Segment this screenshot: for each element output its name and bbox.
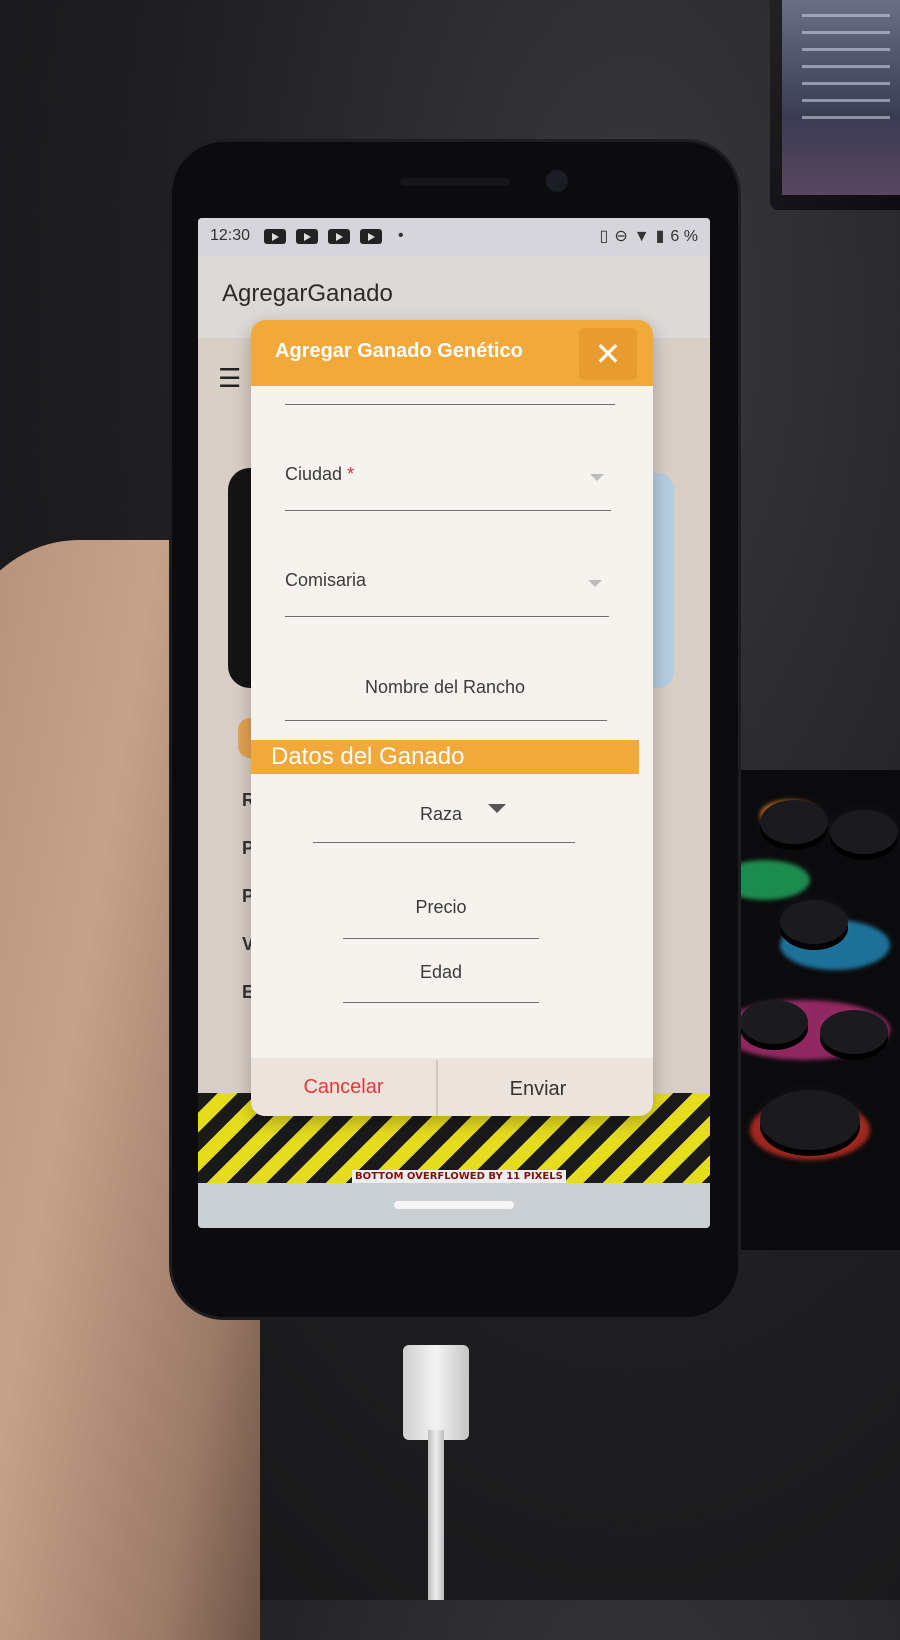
cancel-button[interactable]: Cancelar: [251, 1058, 436, 1116]
battery-level: 6 %: [670, 228, 698, 245]
status-time: 12:30: [210, 227, 251, 244]
dialog-title: Agregar Ganado Genético: [275, 340, 523, 362]
youtube-icon: [360, 229, 382, 244]
dnd-icon: ⊖: [614, 228, 634, 245]
background-keyboard: [720, 770, 900, 1250]
ciudad-underline: [285, 510, 611, 511]
overflow-warning-label: BOTTOM OVERFLOWED BY 11 PIXELS: [352, 1170, 566, 1183]
app-bar-title: AgregarGanado: [222, 280, 393, 307]
notification-dot-icon: •: [398, 227, 404, 244]
breed-underline: [313, 842, 575, 843]
background-monitor: [770, 0, 900, 210]
age-label: Edad: [419, 962, 463, 982]
phone-camera: [546, 170, 568, 192]
system-icons: ▯⊖▼▮6 %: [600, 226, 698, 246]
usb-cable-plug: [403, 1345, 469, 1440]
comisaria-underline: [285, 616, 609, 617]
phone: 12:30 • ▯⊖▼▮6 % AgregarGanado ☰ R P P V …: [172, 142, 738, 1317]
youtube-icon: [264, 229, 286, 244]
cattle-data-section-header: Datos del Ganado: [251, 740, 639, 774]
breed-label: Raza: [419, 804, 463, 824]
phone-screen: 12:30 • ▯⊖▼▮6 % AgregarGanado ☰ R P P V …: [198, 218, 710, 1228]
rancho-name-label: Nombre del Rancho: [364, 677, 526, 697]
phone-speaker: [400, 178, 510, 186]
comisaria-label: Comisaria: [285, 570, 367, 590]
close-icon: ✕: [594, 336, 622, 372]
age-underline: [343, 1002, 539, 1003]
home-gesture-handle[interactable]: [394, 1201, 514, 1209]
usb-cable: [428, 1430, 444, 1600]
ciudad-label: Ciudad: [285, 464, 343, 484]
wifi-icon: ▼: [633, 228, 656, 245]
section-title: Datos del Ganado: [271, 743, 465, 770]
price-underline: [343, 938, 539, 939]
navigation-bar: [198, 1183, 710, 1228]
previous-field-underline: [285, 404, 615, 405]
status-bar: 12:30 • ▯⊖▼▮6 %: [198, 218, 710, 256]
vibrate-icon: ▯: [599, 228, 615, 245]
required-marker: *: [347, 464, 355, 484]
chevron-down-icon: [590, 474, 604, 481]
chevron-down-icon: [488, 804, 506, 813]
battery-icon: ▮: [655, 228, 671, 245]
chevron-down-icon: [588, 580, 602, 587]
rancho-name-underline: [285, 720, 607, 721]
youtube-icon: [296, 229, 318, 244]
dialog-footer: Cancelar Enviar: [251, 1058, 653, 1116]
youtube-icon: [328, 229, 350, 244]
add-cattle-dialog: Agregar Ganado Genético ✕ Ciudad * Comis…: [251, 320, 653, 1116]
close-button[interactable]: ✕: [579, 328, 637, 380]
price-label: Precio: [415, 897, 467, 917]
hamburger-menu-icon[interactable]: ☰: [218, 363, 252, 394]
send-button[interactable]: Enviar: [438, 1058, 638, 1116]
dialog-header: Agregar Ganado Genético ✕: [251, 320, 653, 386]
